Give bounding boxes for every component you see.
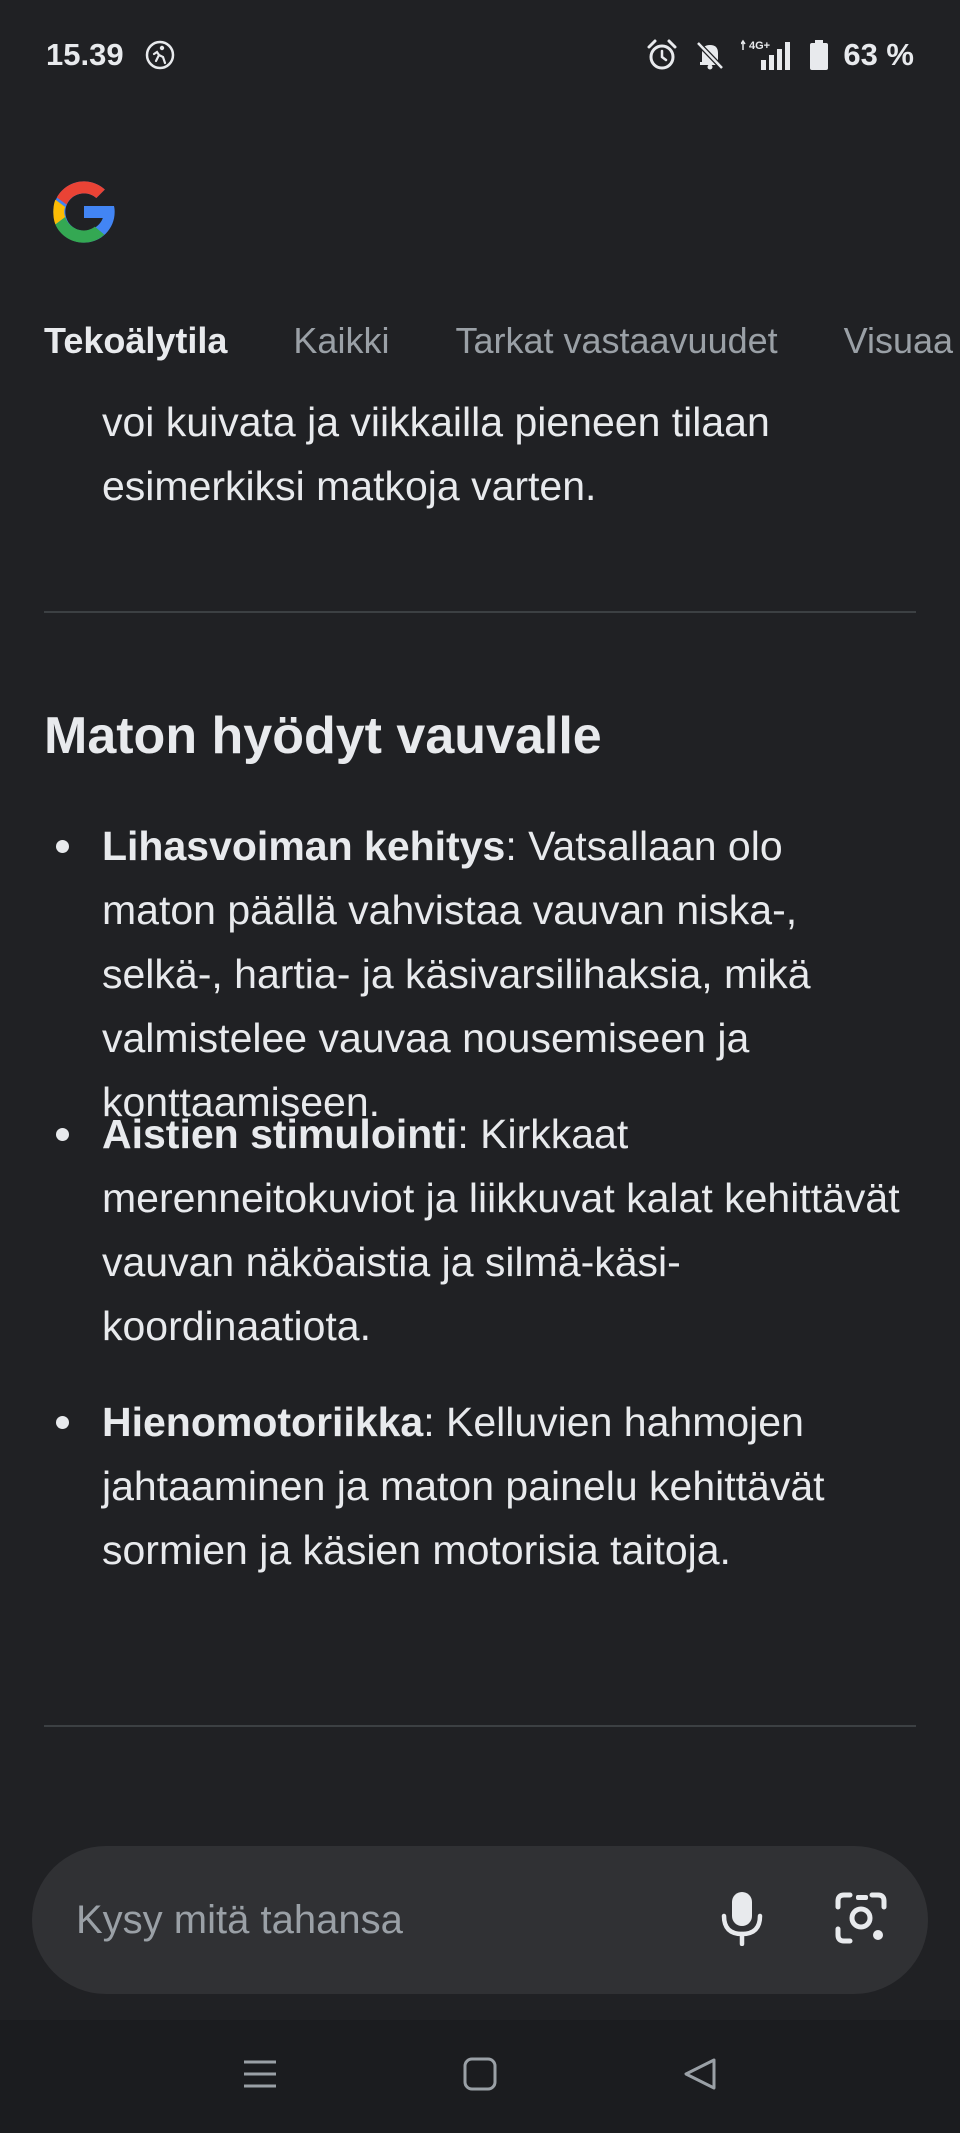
home-button[interactable] — [462, 2056, 498, 2097]
status-time: 15.39 — [46, 37, 124, 72]
search-input[interactable]: Kysy mitä tahansa — [76, 1898, 720, 1943]
bullet-text: Aistien stimulointi: Kirkkaat merenneito… — [102, 1102, 902, 1358]
bullet-title: Hienomotoriikka — [102, 1399, 424, 1445]
recents-button[interactable] — [242, 2056, 278, 2097]
svg-text:4G+: 4G+ — [749, 40, 770, 52]
tab-exact-matches[interactable]: Tarkat vastaavuudet — [455, 320, 777, 362]
mute-icon — [693, 38, 727, 72]
bullet-dot — [56, 1128, 69, 1141]
microphone-icon[interactable] — [720, 1890, 764, 1951]
ask-anything-bar[interactable]: Kysy mitä tahansa — [32, 1846, 928, 1994]
tab-ai-mode[interactable]: Tekoälytila — [44, 320, 227, 362]
tab-all[interactable]: Kaikki — [293, 320, 389, 362]
bullet-text: Hienomotoriikka: Kelluvien hahmojen jaht… — [102, 1390, 902, 1582]
status-bar: 15.39 4G+ 63 % — [0, 0, 960, 110]
back-button[interactable] — [682, 2056, 718, 2097]
tab-visual[interactable]: Visuaa — [844, 320, 953, 362]
section-divider — [44, 1725, 916, 1727]
battery-percent: 63 % — [843, 37, 914, 72]
google-logo[interactable] — [44, 172, 124, 252]
signal-icon: 4G+ — [741, 38, 795, 72]
activity-icon — [144, 39, 176, 71]
lens-camera-icon[interactable] — [834, 1891, 888, 1950]
bullet-dot — [56, 1416, 69, 1429]
section-divider — [44, 611, 916, 613]
intro-paragraph: voi kuivata ja viikkailla pieneen tilaan… — [102, 399, 770, 509]
bullet-title: Lihasvoiman kehitys — [102, 823, 506, 869]
search-tabs: Tekoälytila Kaikki Tarkat vastaavuudet V… — [0, 310, 960, 372]
bullet-dot — [56, 840, 69, 853]
system-nav-bar — [0, 2020, 960, 2133]
alarm-icon — [645, 38, 679, 72]
section-heading: Maton hyödyt vauvalle — [44, 707, 602, 765]
bullet-title: Aistien stimulointi — [102, 1111, 458, 1157]
battery-icon — [809, 38, 829, 72]
bullet-text: Lihasvoiman kehitys: Vatsallaan olo mato… — [102, 814, 902, 1134]
